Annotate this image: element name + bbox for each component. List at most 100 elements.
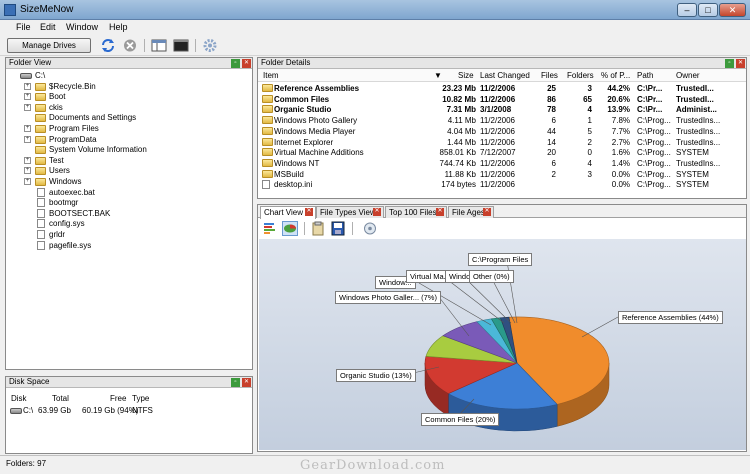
col-type[interactable]: Type <box>132 394 149 403</box>
stop-icon[interactable] <box>122 38 138 53</box>
tree-item[interactable]: bootmgr <box>6 198 246 208</box>
folder-icon <box>262 137 273 146</box>
restore-panel-icon[interactable]: ▫ <box>231 378 240 387</box>
menu-window[interactable]: Window <box>66 22 98 32</box>
menu-file[interactable]: File <box>16 22 31 32</box>
tree-item[interactable]: pagefile.sys <box>6 240 246 251</box>
drive-icon <box>10 408 22 414</box>
close-tab-icon[interactable]: ✕ <box>436 208 444 216</box>
disk-row[interactable]: C:\ 63.99 Gb 60.19 Gb (94%) NTFS <box>6 405 252 416</box>
tree-item[interactable]: config.sys <box>6 219 246 229</box>
table-row[interactable]: desktop.ini 174 bytes 11/2/2006 0.0% C:\Prog… <box>258 179 746 190</box>
table-row[interactable]: MSBuild 11.88 Kb 11/2/2006 2 3 0.0% C:\Prog...… <box>258 169 746 180</box>
table-row[interactable]: Reference Assemblies 23.23 Mb 11/2/2006 25 3… <box>258 83 746 94</box>
tree-item[interactable]: BOOTSECT.BAK <box>6 208 246 219</box>
save-icon[interactable] <box>330 221 346 236</box>
cell-size: 1.44 Mb <box>447 137 476 147</box>
col-free[interactable]: Free <box>110 394 126 403</box>
cell-path: C:\Pr... <box>637 84 663 93</box>
cell-pct: 7.7% <box>611 126 630 136</box>
col-disk[interactable]: Disk <box>11 394 27 403</box>
table-row[interactable]: Internet Explorer 1.44 Mb 11/2/2006 14 2 2.7%… <box>258 137 746 148</box>
table-row[interactable]: Windows NT 744.74 Kb 11/2/2006 6 4 1.4% C:\Pro… <box>258 158 746 169</box>
tree-item[interactable]: + Test <box>6 156 246 166</box>
col-owner[interactable]: Owner <box>676 71 700 80</box>
maximize-button[interactable]: □ <box>698 3 718 17</box>
tree-item[interactable]: + ProgramData <box>6 135 246 145</box>
expand-icon[interactable]: + <box>24 178 31 185</box>
chart-type-icon[interactable] <box>262 221 278 236</box>
cell-item: Windows Photo Gallery <box>274 116 358 126</box>
col-files[interactable]: Files <box>541 71 558 80</box>
expand-icon[interactable]: + <box>24 135 31 143</box>
close-tab-icon[interactable]: ✕ <box>305 208 313 216</box>
expand-icon[interactable]: + <box>24 167 31 175</box>
table-row[interactable]: Windows Photo Gallery 4.11 Mb 11/2/2006 6 1 7… <box>258 115 746 126</box>
tab-chart-view[interactable]: Chart View ✕ <box>260 206 316 219</box>
tree-item[interactable]: + Program Files <box>6 124 246 134</box>
expand-icon[interactable]: + <box>24 156 31 164</box>
tree-item-label: Documents and Settings <box>49 113 137 123</box>
close-tab-icon[interactable]: ✕ <box>373 208 381 216</box>
cell-pct: 1.4% <box>611 158 630 168</box>
close-tab-icon[interactable]: ✕ <box>483 208 491 216</box>
table-row[interactable]: Virtual Machine Additions 858.01 Kb 7/12/2… <box>258 147 746 158</box>
expand-icon[interactable]: + <box>24 93 31 101</box>
manage-drives-button[interactable]: Manage Drives <box>7 38 91 53</box>
pie-chart-area: C:\Program Files Reference Assemblies (4… <box>259 239 746 450</box>
col-last-changed[interactable]: Last Changed <box>480 71 530 80</box>
console-icon[interactable] <box>173 38 189 53</box>
pie-chart-icon[interactable] <box>282 221 298 236</box>
leader-line <box>443 276 505 324</box>
refresh-icon[interactable] <box>100 38 116 53</box>
disk-space-title: Disk Space <box>9 377 50 386</box>
copy-icon[interactable] <box>310 221 326 236</box>
minimize-button[interactable]: – <box>677 3 697 17</box>
col-item[interactable]: Item <box>263 71 279 80</box>
menu-help[interactable]: Help <box>109 22 128 32</box>
col-total[interactable]: Total <box>52 394 69 403</box>
col-path[interactable]: Path <box>637 71 653 80</box>
col-percent[interactable]: % of P... <box>601 71 630 80</box>
tab-label: Top 100 Files <box>389 208 437 217</box>
sort-desc-icon: ▼ <box>434 71 442 80</box>
file-icon <box>37 208 45 218</box>
cell-size: 744.74 Kb <box>439 158 476 168</box>
menu-edit[interactable]: Edit <box>40 22 56 32</box>
tree-item[interactable]: autoexec.bat <box>6 187 246 198</box>
close-panel-icon[interactable]: ✕ <box>242 59 251 68</box>
tab-file-types-view[interactable]: File Types View ✕ <box>316 206 384 218</box>
window-layout-icon[interactable] <box>151 38 167 53</box>
cell-changed: 11/2/2006 <box>480 180 515 190</box>
close-button[interactable]: ✕ <box>719 3 746 17</box>
table-row[interactable]: Windows Media Player 4.04 Mb 11/2/2006 44 5 7… <box>258 126 746 137</box>
tree-root-drive[interactable]: C:\ <box>6 71 246 81</box>
tree-item[interactable]: + Boot <box>6 92 246 102</box>
restore-panel-icon[interactable]: ▫ <box>231 59 240 68</box>
table-row[interactable]: Common Files 10.82 Mb 11/2/2006 86 65 20.6% C:… <box>258 94 746 105</box>
tree-item[interactable]: System Volume Information <box>6 145 246 155</box>
table-row[interactable]: Organic Studio 7.31 Mb 3/1/2008 78 4 13.9% C:\… <box>258 104 746 115</box>
restore-panel-icon[interactable]: ▫ <box>725 59 734 68</box>
tree-item[interactable]: Documents and Settings <box>6 113 246 123</box>
tree-item[interactable]: + Windows <box>6 177 246 187</box>
cell-size: 11.88 Kb <box>444 169 476 179</box>
tree-item[interactable]: grldr <box>6 230 246 240</box>
callout-organic-studio: Organic Studio (13%) <box>336 369 416 382</box>
close-panel-icon[interactable]: ✕ <box>242 378 251 387</box>
tree-item[interactable]: + ckis <box>6 103 246 113</box>
cell-item: Windows NT <box>274 158 320 168</box>
disc-icon[interactable] <box>362 221 378 236</box>
close-panel-icon[interactable]: ✕ <box>736 59 745 68</box>
col-folders[interactable]: Folders <box>567 71 594 80</box>
expand-icon[interactable]: + <box>24 125 31 132</box>
tab-top-100-files[interactable]: Top 100 Files ✕ <box>385 206 447 218</box>
tree-item[interactable]: + Users <box>6 166 246 176</box>
expand-icon[interactable]: + <box>24 82 31 90</box>
gear-icon[interactable] <box>202 38 218 53</box>
tree-item-label: Program Files <box>49 124 99 133</box>
tree-item[interactable]: + $Recycle.Bin <box>6 82 246 92</box>
tab-file-ages[interactable]: File Ages ✕ <box>448 206 494 218</box>
col-size[interactable]: Size <box>458 71 474 80</box>
expand-icon[interactable]: + <box>24 103 31 111</box>
